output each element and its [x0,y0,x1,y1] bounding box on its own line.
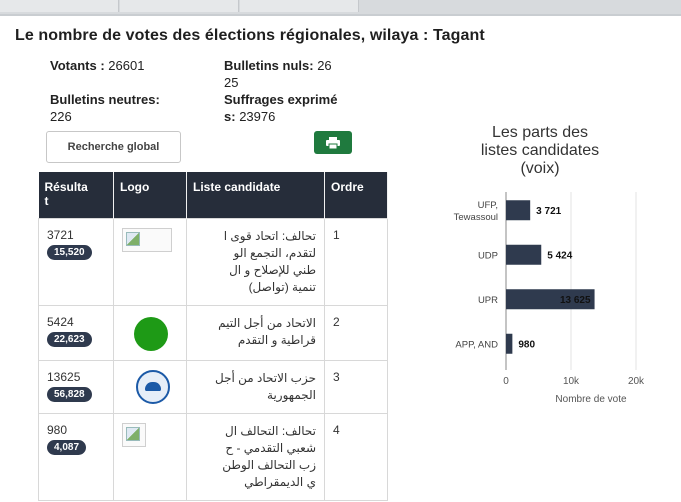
top-tab[interactable] [240,0,359,12]
upr-emblem-icon [136,370,170,404]
row-list-name: طني للإصلاح و ال [229,263,316,277]
suffrages-exprimes-stat: Suffrages exprimé s: 23976 [224,91,337,125]
exprimes-value: 23976 [239,109,276,124]
row-list-name: تحالف: التحالف ال [225,424,316,438]
chart-bar [506,333,513,354]
chart-bar [506,244,542,265]
chart-title: Les parts des listes candidates (voix) [455,124,625,178]
page-title: Le nombre de votes des élections régiona… [15,27,485,44]
nuls-value-2: 25 [224,75,239,90]
chart-title-line: Les parts des [491,124,589,141]
header-resultat[interactable]: Résulta t [38,172,114,219]
nuls-label: Bulletins nuls: [224,58,314,73]
row-votes: 3721 [47,228,74,242]
chart-data-label: 5 424 [547,250,572,261]
row-badge: 22,623 [47,332,92,347]
chart-data-label: 980 [518,339,535,350]
browser-top-bar [0,0,681,16]
header-resultat-2: t [44,194,49,208]
table-row[interactable]: 980 4,087 تحالف: التحالف ال شعبي التقدمي … [38,413,388,501]
row-list-name: لتقدم، التجمع الو [233,246,317,260]
votants-stat: Votants : 26601 [50,57,144,74]
chart-tick-label: 10k [563,376,580,387]
chart-data-label: 3 721 [536,206,561,217]
broken-image-icon [122,423,146,447]
header-ordre[interactable]: Ordre [324,172,388,219]
chart-title-line: (voix) [520,160,560,177]
top-tab[interactable] [0,0,119,12]
row-votes: 980 [47,423,68,437]
row-order: 2 [324,305,388,361]
row-list-name: تنمية (تواصل) [248,280,316,294]
votants-label: Votants : [50,58,105,73]
chart-category-label: UDP [478,250,498,261]
broken-image-icon [122,228,172,252]
row-list-name: تحالف: اتحاد قوى ا [223,229,316,243]
row-list-name: ي الديمقراطي [244,475,316,489]
header-liste[interactable]: Liste candidate [186,172,325,219]
chart-category-label: UPR [478,295,498,306]
chart-x-axis-label: Nombre de vote [555,394,627,405]
row-votes: 5424 [47,315,74,329]
header-logo[interactable]: Logo [113,172,187,219]
top-tab[interactable] [120,0,239,12]
results-table: Résulta t Logo Liste candidate Ordre 3721… [38,172,388,501]
table-row[interactable]: 13625 56,828 حزب الاتحاد من أجل الجمهورية… [38,360,388,414]
row-list-name: شعبي التقدمي - ح [225,441,316,455]
header-resultat-1: Résulta [44,180,88,194]
exprimes-label-2: s: [224,109,236,124]
row-order: 4 [324,413,388,501]
print-icon [326,136,340,149]
row-badge: 4,087 [47,440,87,455]
chart-bar [506,200,531,221]
table-header-row: Résulta t Logo Liste candidate Ordre [38,172,388,219]
chart-category-label: UFP, [478,200,498,211]
neutres-label: Bulletins neutres: [50,92,160,107]
party-logo-green-icon [134,317,168,351]
row-list-name: الاتحاد من أجل التيم [218,316,316,330]
row-list-name: حزب الاتحاد من أجل [214,371,316,385]
row-order: 3 [324,360,388,414]
row-badge: 15,520 [47,245,92,260]
bulletins-neutres-stat: Bulletins neutres: 226 [50,91,160,125]
row-votes: 13625 [47,370,81,384]
chart-title-line: listes candidates [480,142,600,159]
vote-share-chart: 0 10k 20k 3 721 UFP,Tewassoul 5 424 UDP 13 625 U… [454,192,645,405]
row-list-name: الجمهورية [267,388,316,402]
row-list-name: زب التحالف الوطن [222,458,316,472]
recherche-global-button[interactable]: Recherche global [46,131,181,163]
table-row[interactable]: 5424 22,623 الاتحاد من أجل التيم قراطية و… [38,305,388,361]
chart-data-label: 13 625 [560,295,591,306]
row-order: 1 [324,218,388,306]
neutres-value: 226 [50,109,72,124]
votants-value: 26601 [108,58,145,73]
print-button[interactable] [314,131,352,154]
nuls-value-1: 26 [317,58,332,73]
bulletins-nuls-stat: Bulletins nuls: 26 25 [224,57,332,91]
chart-tick-label: 0 [503,376,509,387]
chart-category-label: APP, AND [455,339,498,350]
chart-category-label: Tewassoul [454,212,498,223]
row-badge: 56,828 [47,387,92,402]
row-list-name: قراطية و التقدم [237,333,316,347]
exprimes-label-1: Suffrages exprimé [224,92,338,107]
chart-tick-label: 20k [628,376,645,387]
table-row[interactable]: 3721 15,520 تحالف: اتحاد قوى ا لتقدم، الت… [38,218,388,306]
